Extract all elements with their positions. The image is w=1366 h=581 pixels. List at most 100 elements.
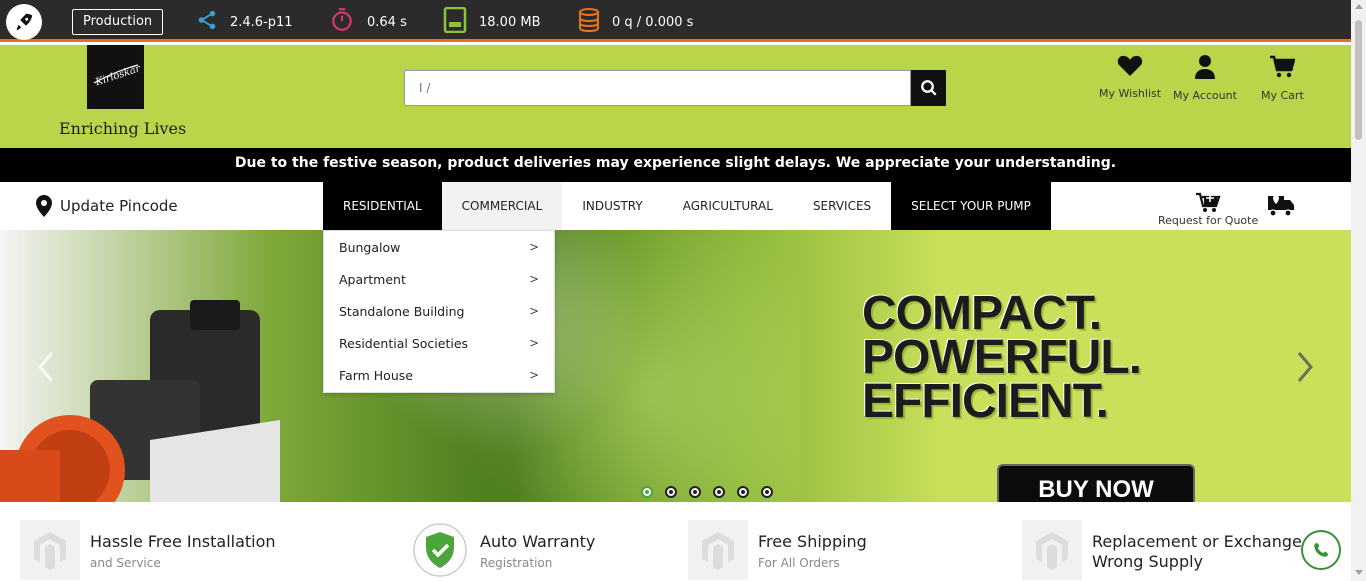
page-scrollbar[interactable] xyxy=(1351,0,1366,581)
dropdown-item-bungalow[interactable]: Bungalow > xyxy=(324,231,554,263)
search-bar xyxy=(404,70,946,106)
scroll-thumb[interactable] xyxy=(1355,20,1362,140)
hero-headline: COMPACT. POWERFUL. EFFICIENT. xyxy=(862,287,1142,428)
phone-icon xyxy=(1314,542,1329,557)
carousel-dot[interactable] xyxy=(761,486,773,498)
queries-item[interactable]: 0 q / 0.000 s xyxy=(578,8,694,36)
cart-link[interactable]: My Cart xyxy=(1261,55,1304,102)
version-text: 2.4.6-p11 xyxy=(230,14,293,30)
carousel-dots xyxy=(641,486,785,498)
features-strip: Hassle Free Installation and Service Aut… xyxy=(0,502,1351,581)
user-icon xyxy=(1194,55,1215,79)
logo-tagline: Enriching Lives xyxy=(59,119,187,138)
search-icon xyxy=(920,80,937,96)
pincode-label: Update Pincode xyxy=(60,197,178,215)
feature-subtitle: Wrong Supply xyxy=(1092,552,1204,571)
memory-icon xyxy=(443,6,479,37)
nav-item-industry[interactable]: INDUSTRY xyxy=(562,182,662,230)
stopwatch-icon xyxy=(329,7,367,37)
carousel-next-icon[interactable] xyxy=(1295,350,1315,384)
carousel-dot[interactable] xyxy=(641,486,653,498)
nav-item-commercial[interactable]: COMMERCIAL xyxy=(441,182,563,230)
nav-menu: RESIDENTIAL COMMERCIAL INDUSTRY AGRICULT… xyxy=(323,182,1051,230)
hero-banner[interactable]: COMPACT. POWERFUL. EFFICIENT. BUY NOW xyxy=(0,230,1351,502)
dropdown-item-apartment[interactable]: Apartment > xyxy=(324,263,554,295)
site-header: Kirloskar Enriching Lives My Wishlist My… xyxy=(0,45,1351,148)
carousel-dot[interactable] xyxy=(737,486,749,498)
environment-badge[interactable]: Production xyxy=(72,9,164,35)
shield-check-icon xyxy=(410,520,470,580)
wishlist-link[interactable]: My Wishlist xyxy=(1099,55,1161,100)
scroll-down-icon[interactable] xyxy=(1355,570,1363,575)
scroll-up-icon[interactable] xyxy=(1355,4,1363,9)
feature-replacement: Replacement or Exchange Wrong Supply xyxy=(1022,520,1302,580)
kirloskar-logo[interactable]: Kirloskar xyxy=(87,45,144,109)
wishlist-label: My Wishlist xyxy=(1099,87,1162,100)
carousel-dot[interactable] xyxy=(665,486,677,498)
feature-subtitle: For All Orders xyxy=(758,556,840,570)
update-pincode[interactable]: Update Pincode xyxy=(36,195,178,217)
chevron-right-icon: > xyxy=(528,272,539,286)
dropdown-item-farm-house[interactable]: Farm House > xyxy=(324,359,554,391)
placeholder-icon xyxy=(20,520,80,580)
feature-subtitle: Registration xyxy=(480,556,553,570)
time-text: 0.64 s xyxy=(367,14,407,30)
dropdown-item-label: Farm House xyxy=(339,367,413,383)
feature-title: Hassle Free Installation xyxy=(90,532,276,551)
feature-shipping: Free Shipping For All Orders xyxy=(688,520,867,580)
quote-label: Request for Quote xyxy=(1158,214,1259,227)
carousel-dot[interactable] xyxy=(713,486,725,498)
queries-text: 0 q / 0.000 s xyxy=(612,14,694,30)
dropdown-item-label: Standalone Building xyxy=(339,303,465,319)
residential-dropdown: Bungalow > Apartment > Standalone Building… xyxy=(323,230,555,393)
carousel-dot[interactable] xyxy=(689,486,701,498)
rocket-icon[interactable] xyxy=(6,4,42,40)
carousel-prev-icon[interactable] xyxy=(36,350,56,384)
time-item[interactable]: 0.64 s xyxy=(329,7,407,37)
request-quote-link[interactable]: Request for Quote xyxy=(1158,192,1258,227)
share-icon xyxy=(196,9,230,35)
feature-title: Replacement or Exchange xyxy=(1092,532,1302,551)
dropdown-item-label: Residential Societies xyxy=(339,335,469,351)
dropdown-item-residential-societies[interactable]: Residential Societies > xyxy=(324,327,554,359)
phone-call-button[interactable] xyxy=(1301,530,1341,570)
nav-item-residential[interactable]: RESIDENTIAL xyxy=(323,182,442,230)
search-button[interactable] xyxy=(911,70,946,106)
pump-image xyxy=(0,300,280,502)
debug-toolbar: Production 2.4.6-p11 0.64 s 18.00 MB 0 q… xyxy=(0,0,1351,42)
placeholder-icon xyxy=(1022,520,1082,580)
logo-text: Kirloskar xyxy=(93,63,141,89)
cart-label: My Cart xyxy=(1261,89,1304,102)
festive-notice: Due to the festive season, product deliv… xyxy=(0,148,1351,182)
main-nav: Update Pincode RESIDENTIAL COMMERCIAL IN… xyxy=(0,182,1351,230)
version-item[interactable]: 2.4.6-p11 xyxy=(196,9,293,35)
account-link[interactable]: My Account xyxy=(1173,55,1237,102)
feature-title: Auto Warranty xyxy=(480,532,596,551)
quote-cart-icon xyxy=(1196,192,1221,212)
chevron-right-icon: > xyxy=(528,336,539,350)
placeholder-icon xyxy=(688,520,748,580)
dropdown-item-label: Bungalow xyxy=(339,239,401,255)
buy-now-button[interactable]: BUY NOW xyxy=(997,464,1195,502)
heart-icon xyxy=(1117,55,1143,76)
cart-icon xyxy=(1270,55,1296,78)
search-input[interactable] xyxy=(404,70,911,106)
account-label: My Account xyxy=(1173,89,1237,102)
feature-warranty: Auto Warranty Registration xyxy=(410,520,595,580)
memory-item[interactable]: 18.00 MB xyxy=(443,6,541,37)
delivery-truck-icon[interactable] xyxy=(1267,192,1295,222)
dropdown-item-standalone-building[interactable]: Standalone Building > xyxy=(324,295,554,327)
feature-subtitle: and Service xyxy=(90,556,161,570)
chevron-right-icon: > xyxy=(528,368,539,382)
nav-item-services[interactable]: SERVICES xyxy=(793,182,891,230)
dropdown-item-label: Apartment xyxy=(339,271,406,287)
feature-title: Free Shipping xyxy=(758,532,867,551)
memory-text: 18.00 MB xyxy=(479,14,541,30)
location-pin-icon xyxy=(36,195,52,217)
feature-installation: Hassle Free Installation and Service xyxy=(20,520,276,580)
nav-item-select-your-pump[interactable]: SELECT YOUR PUMP xyxy=(891,182,1051,230)
database-icon xyxy=(578,8,612,36)
chevron-right-icon: > xyxy=(528,304,539,318)
nav-item-agricultural[interactable]: AGRICULTURAL xyxy=(663,182,793,230)
chevron-right-icon: > xyxy=(528,240,539,254)
